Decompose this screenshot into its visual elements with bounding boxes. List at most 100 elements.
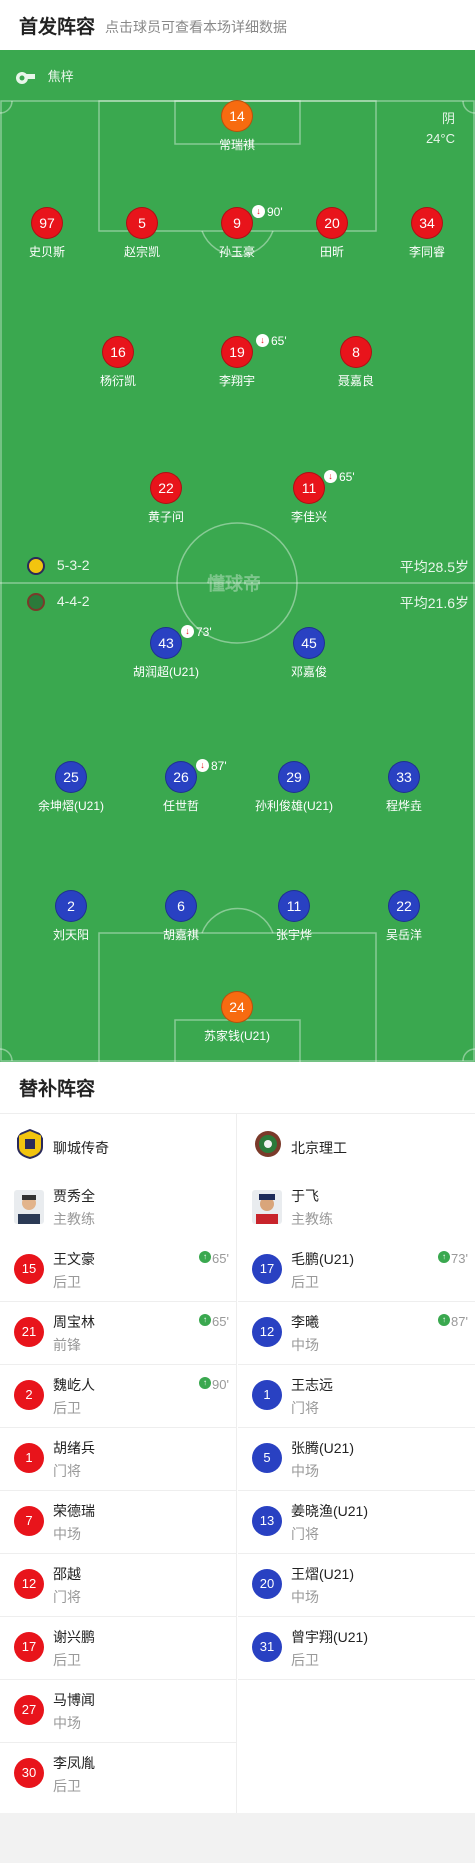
player-number: 2 xyxy=(55,890,87,922)
bench-player-position: 前锋 xyxy=(53,1337,81,1353)
away-team-logo-icon xyxy=(27,593,45,612)
bench-player-position: 后卫 xyxy=(291,1274,319,1290)
player-number: 45 xyxy=(293,627,325,659)
player-number: 11 xyxy=(278,890,310,922)
home-team-logo-icon xyxy=(17,1129,43,1159)
page-subtitle: 点击球员可查看本场详细数据 xyxy=(105,19,287,35)
home-formation: 5-3-2 xyxy=(27,557,90,576)
bench-player-name: 王熠(U21) xyxy=(291,1566,355,1582)
bench-player-row[interactable]: 7 荣德瑞 中场 xyxy=(0,1491,236,1554)
bench-player-position: 中场 xyxy=(291,1337,319,1353)
bench-player-position: 中场 xyxy=(291,1463,319,1479)
bench-player-name: 王志远 xyxy=(291,1377,333,1393)
home-coach-row[interactable]: 贾秀全 主教练 xyxy=(0,1176,236,1239)
bench-player-position: 中场 xyxy=(53,1715,81,1731)
pitch-player[interactable]: 11 ↓ 65' 李佳兴 xyxy=(244,470,374,525)
bench-player-row[interactable]: 5 张腾(U21) 中场 xyxy=(238,1428,475,1491)
bench-player-row[interactable]: 13 姜晓渔(U21) 门将 xyxy=(238,1491,475,1554)
bench-player-number: 27 xyxy=(14,1695,44,1725)
bench-player-number: 5 xyxy=(252,1443,282,1473)
away-team-row[interactable]: 北京理工 xyxy=(238,1114,475,1176)
pitch-player[interactable]: 14 常瑞祺 xyxy=(172,100,302,153)
bench-player-position: 后卫 xyxy=(53,1652,81,1668)
bench-player-position: 后卫 xyxy=(53,1778,81,1794)
home-team-row[interactable]: 聊城传奇 xyxy=(0,1114,236,1176)
bench-player-number: 12 xyxy=(252,1317,282,1347)
bench-title: 替补阵容 xyxy=(19,1079,96,1100)
pitch-player[interactable]: 24 苏家钱(U21) xyxy=(172,991,302,1044)
pitch-player[interactable]: 19 ↓ 65' 李翔宇 xyxy=(172,334,302,389)
bench-player-row[interactable]: 15 王文豪 后卫 ↑ 65' xyxy=(0,1239,236,1302)
away-team-name: 北京理工 xyxy=(291,1140,347,1156)
bench-table: 聊城传奇 贾秀全 主教练 15 王文豪 后卫 ↑ 65' 21 周宝林 前锋 ↑ 6… xyxy=(0,1113,475,1814)
pitch-player[interactable]: 34 李同睿 xyxy=(362,207,475,260)
player-name: 杨衍凯 xyxy=(99,374,136,388)
bench-player-position: 后卫 xyxy=(53,1274,81,1290)
sub-in-time: ↑ 65' xyxy=(199,1314,229,1329)
sub-out-icon: ↓ xyxy=(181,625,194,638)
bench-player-row[interactable]: 21 周宝林 前锋 ↑ 65' xyxy=(0,1302,236,1365)
pitch-player[interactable]: 43 ↓ 73' 胡润超(U21) xyxy=(101,625,231,680)
bench-player-row[interactable]: 2 魏屹人 后卫 ↑ 90' xyxy=(0,1365,236,1428)
player-number: 19 xyxy=(221,336,253,368)
bench-player-row[interactable]: 1 王志远 门将 xyxy=(238,1365,475,1428)
pitch-player[interactable]: 22 黄子问 xyxy=(101,472,231,525)
pitch-player[interactable]: 6 胡嘉祺 xyxy=(116,890,246,943)
player-number: 6 xyxy=(165,890,197,922)
player-name: 李佳兴 xyxy=(290,510,327,524)
bench-player-number: 1 xyxy=(14,1443,44,1473)
bench-player-name: 张腾(U21) xyxy=(291,1440,355,1456)
player-name: 苏家钱(U21) xyxy=(203,1029,270,1043)
sub-in-time: ↑ 65' xyxy=(199,1251,229,1266)
player-name: 吴岳洋 xyxy=(385,928,422,942)
home-bench-column: 聊城传奇 贾秀全 主教练 15 王文豪 后卫 ↑ 65' 21 周宝林 前锋 ↑ 6… xyxy=(0,1114,237,1814)
bench-player-row[interactable]: 20 王熠(U21) 中场 xyxy=(238,1554,475,1617)
player-number: 26 xyxy=(165,761,197,793)
away-formation-text: 4-4-2 xyxy=(56,593,90,609)
pitch-player[interactable]: 16 杨衍凯 xyxy=(53,336,183,389)
home-team-name: 聊城传奇 xyxy=(53,1140,109,1156)
bench-player-row[interactable]: 31 曾宇翔(U21) 后卫 xyxy=(238,1617,475,1680)
player-number: 8 xyxy=(340,336,372,368)
bench-player-name: 马博闻 xyxy=(53,1692,95,1708)
bench-player-row[interactable]: 17 谢兴鹏 后卫 xyxy=(0,1617,236,1680)
bench-player-number: 21 xyxy=(14,1317,44,1347)
bench-player-row[interactable]: 12 邵越 门将 xyxy=(0,1554,236,1617)
bench-player-position: 门将 xyxy=(53,1589,81,1605)
lineup-header: 首发阵容 点击球员可查看本场详细数据 xyxy=(0,0,475,50)
bench-player-name: 荣德瑞 xyxy=(53,1503,95,1519)
bench-player-row[interactable]: 17 毛鹏(U21) 后卫 ↑ 73' xyxy=(238,1239,475,1302)
bench-player-row[interactable]: 1 胡绪兵 门将 xyxy=(0,1428,236,1491)
away-coach-row[interactable]: 于飞 主教练 xyxy=(238,1176,475,1239)
player-number: 20 xyxy=(316,207,348,239)
player-number: 33 xyxy=(388,761,420,793)
sub-out-icon: ↓ xyxy=(196,759,209,772)
bench-player-position: 中场 xyxy=(53,1526,81,1542)
away-team-logo-icon xyxy=(255,1131,281,1157)
player-number: 25 xyxy=(55,761,87,793)
pitch-player[interactable]: 22 吴岳洋 xyxy=(339,890,469,943)
home-avg-age: 平均28.5岁 xyxy=(399,559,469,575)
player-number: 14 xyxy=(221,100,253,132)
bench-player-position: 门将 xyxy=(53,1463,81,1479)
bench-player-number: 7 xyxy=(14,1506,44,1536)
bench-player-name: 邵越 xyxy=(53,1566,81,1582)
bench-player-number: 1 xyxy=(252,1380,282,1410)
pitch-player[interactable]: 26 ↓ 87' 任世哲 xyxy=(116,759,246,814)
sub-out-icon: ↓ xyxy=(252,205,265,218)
player-number: 24 xyxy=(221,991,253,1023)
bench-player-row[interactable]: 12 李曦 中场 ↑ 87' xyxy=(238,1302,475,1365)
player-name: 胡润超(U21) xyxy=(132,665,199,679)
pitch-player[interactable]: 45 邓嘉俊 xyxy=(244,627,374,680)
bench-player-number: 31 xyxy=(252,1632,282,1662)
bench-player-row[interactable]: 27 马博闻 中场 xyxy=(0,1680,236,1743)
player-name: 聂嘉良 xyxy=(337,374,374,388)
sub-out-icon: ↓ xyxy=(324,470,337,483)
sub-in-icon: ↑ xyxy=(199,1314,212,1326)
pitch-player[interactable]: 33 程烨垚 xyxy=(339,761,469,814)
pitch-player[interactable]: 8 聂嘉良 xyxy=(291,336,421,389)
sub-out-time: ↓ 73' xyxy=(181,625,212,639)
bench-player-row[interactable]: 30 李凤胤 后卫 xyxy=(0,1743,236,1806)
bench-player-name: 王文豪 xyxy=(53,1251,95,1267)
sub-out-time: ↓ 65' xyxy=(256,334,287,348)
